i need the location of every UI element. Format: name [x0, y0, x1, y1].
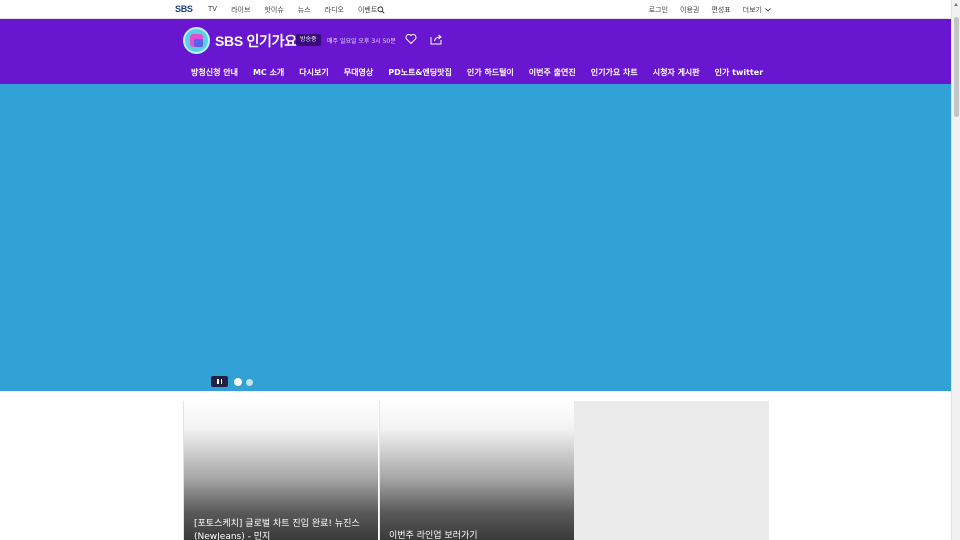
nav-item-live[interactable]: 라이브 — [231, 5, 250, 15]
nav-item-radio[interactable]: 라디오 — [325, 5, 344, 15]
menu-hard-drive[interactable]: 인가 하드털이 — [467, 67, 514, 78]
onair-badge: 방송중 — [296, 34, 321, 46]
pause-bar — [220, 379, 222, 384]
nav-item-news[interactable]: 뉴스 — [298, 5, 311, 15]
menu-twitter[interactable]: 인가 twitter — [715, 67, 763, 78]
chevron-down-icon — [765, 8, 771, 12]
sbs-logo[interactable]: SBS — [175, 4, 193, 14]
menu-pd-note[interactable]: PD노트&엔딩맛집 — [388, 67, 452, 78]
top-utility-bar: SBS TV 라이브 핫이슈 뉴스 라디오 이벤트 로그인 이용권 편성표 더보… — [0, 0, 951, 19]
program-logo[interactable] — [183, 27, 210, 54]
schedule-link[interactable]: 편성표 — [711, 5, 730, 15]
pause-bar — [217, 379, 219, 384]
photo-card[interactable]: [포토스케치] 글로벌 차트 진입 완료! 뉴진스(NewJeans) - 민지 — [183, 401, 378, 540]
menu-mc-intro[interactable]: MC 소개 — [253, 67, 284, 78]
scroll-up-icon[interactable] — [954, 3, 958, 6]
ad-card-placeholder — [574, 401, 769, 540]
card-title: 이번주 라인업 보러가기 — [389, 531, 478, 540]
global-nav: TV 라이브 핫이슈 뉴스 라디오 이벤트 — [208, 5, 391, 15]
menu-board[interactable]: 시청자 게시판 — [653, 67, 700, 78]
more-label: 더보기 — [742, 6, 762, 14]
pause-icon[interactable] — [211, 376, 228, 387]
program-menu: 방청신청 안내 MC 소개 다시보기 무대영상 PD노트&엔딩맛집 인가 하드털… — [183, 67, 770, 78]
heart-icon[interactable] — [405, 33, 417, 45]
page-scrollbar[interactable] — [951, 0, 960, 540]
card-title: [포토스케치] 글로벌 차트 진입 완료! 뉴진스(NewJeans) - 민지 — [194, 519, 360, 540]
menu-replay[interactable]: 다시보기 — [299, 67, 328, 78]
share-icon[interactable] — [430, 33, 443, 45]
slide-indicator[interactable] — [246, 378, 253, 386]
pass-link[interactable]: 이용권 — [680, 5, 699, 15]
broadcast-schedule: 매주 일요일 오후 3시 50분 — [327, 38, 396, 45]
nav-item-event[interactable]: 이벤트 — [358, 5, 377, 15]
menu-stage-video[interactable]: 무대영상 — [344, 67, 373, 78]
slide-indicator-active[interactable] — [234, 378, 242, 386]
nav-item-tv[interactable]: TV — [208, 5, 217, 15]
nav-item-hotissue[interactable]: 핫이슈 — [264, 5, 283, 15]
hero-banner[interactable] — [0, 84, 951, 391]
menu-audience-apply[interactable]: 방청신청 안내 — [191, 67, 238, 78]
menu-chart[interactable]: 인기가요 차트 — [591, 67, 638, 78]
program-title[interactable]: SBS 인기가요 — [215, 31, 297, 51]
login-link[interactable]: 로그인 — [649, 5, 668, 15]
lineup-card[interactable]: 이번주 라인업 보러가기 — [379, 401, 574, 540]
utility-links: 로그인 이용권 편성표 더보기 — [637, 5, 771, 15]
program-header: SBS 인기가요 방송중 매주 일요일 오후 3시 50분 방청신청 안내 MC… — [0, 19, 951, 84]
logo-shape — [194, 39, 203, 47]
content-cards: [포토스케치] 글로벌 차트 진입 완료! 뉴진스(NewJeans) - 민지… — [183, 401, 769, 540]
more-button[interactable]: 더보기 — [743, 5, 771, 15]
menu-lineup[interactable]: 이번주 출연진 — [529, 67, 576, 78]
search-icon[interactable] — [377, 6, 385, 14]
scrollbar-thumb[interactable] — [954, 17, 959, 117]
